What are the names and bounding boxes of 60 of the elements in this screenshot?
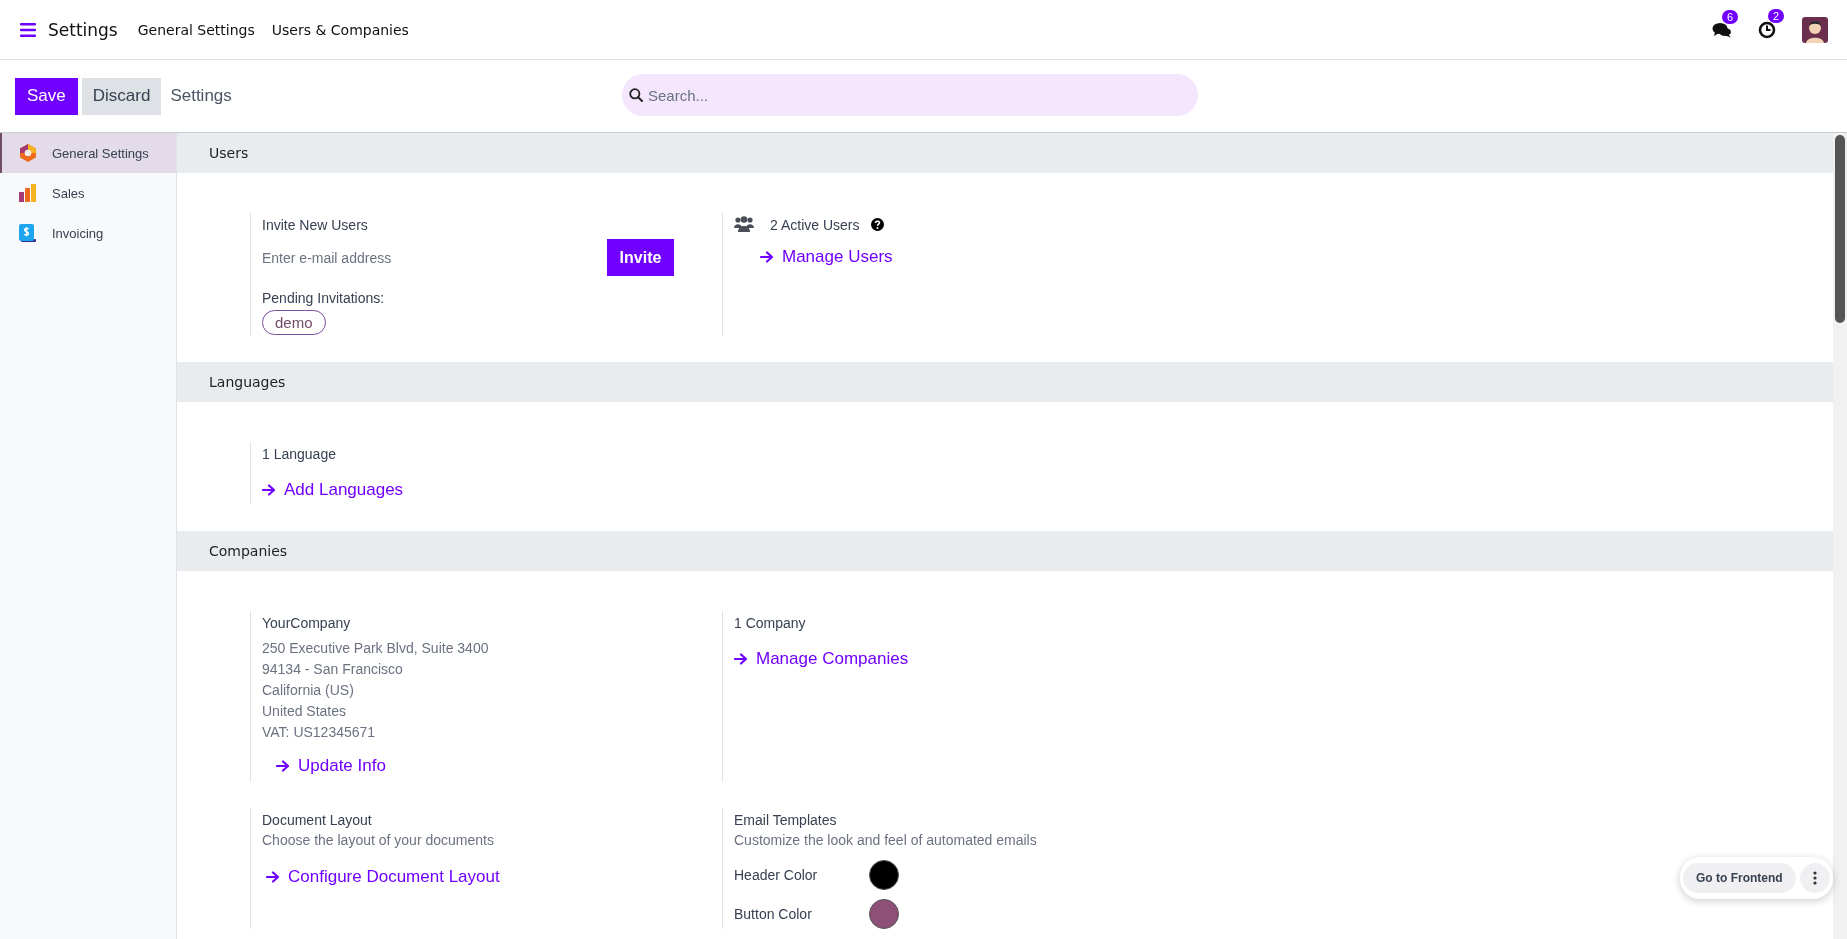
users-icon bbox=[734, 216, 754, 232]
more-button[interactable] bbox=[1799, 863, 1830, 893]
link[interactable]: Manage Users bbox=[760, 247, 893, 267]
color-swatch[interactable] bbox=[869, 899, 899, 929]
setting-title: 2 Active Users bbox=[770, 216, 860, 235]
address-line: 250 Executive Park Blvd, Suite 3400 bbox=[262, 639, 490, 658]
link[interactable]: Add Languages bbox=[262, 480, 404, 500]
help-icon[interactable] bbox=[871, 217, 885, 231]
setting-description: Choose the layout of your documents bbox=[262, 831, 495, 850]
avatar-icon[interactable] bbox=[1802, 16, 1828, 43]
discard-button[interactable]: Discard bbox=[81, 77, 162, 115]
menu-item[interactable]: Users & Companies bbox=[271, 21, 409, 38]
color-label: Button Color bbox=[734, 906, 813, 922]
color-label: Header Color bbox=[734, 867, 819, 883]
setting-description: Customize the look and feel of automated emails bbox=[734, 831, 1038, 850]
app-title[interactable]: Settings bbox=[48, 19, 118, 40]
link[interactable]: Configure Document Layout bbox=[266, 867, 500, 887]
menu-icon[interactable] bbox=[20, 22, 36, 37]
invite-button[interactable]: Invite bbox=[607, 239, 674, 276]
hexagon-icon bbox=[18, 143, 38, 163]
scrollbar[interactable] bbox=[1833, 133, 1847, 939]
address-line: VAT: US12345671 bbox=[262, 723, 377, 742]
link[interactable]: Manage Companies bbox=[734, 649, 909, 669]
clock-icon[interactable] bbox=[1758, 20, 1776, 39]
address-line: 94134 - San Francisco bbox=[262, 660, 404, 679]
arrow-icon bbox=[262, 484, 276, 496]
arrow-icon bbox=[760, 251, 774, 263]
color-swatch[interactable] bbox=[869, 860, 899, 890]
section-header: Users bbox=[177, 133, 1833, 173]
arrow-icon bbox=[266, 871, 280, 883]
go-to-frontend-button[interactable]: Go to Frontend bbox=[1683, 863, 1796, 893]
breadcrumb: Settings bbox=[170, 86, 232, 106]
address-line: California (US) bbox=[262, 681, 355, 700]
setting-title: Email Templates bbox=[734, 811, 838, 830]
activity-count-badge: 2 bbox=[1768, 8, 1785, 23]
arrow-icon bbox=[276, 760, 290, 772]
message-count-badge: 6 bbox=[1722, 9, 1739, 24]
search-icon bbox=[629, 88, 643, 102]
setting-title: Document Layout bbox=[262, 811, 373, 830]
setting-title: 1 Company bbox=[734, 614, 807, 633]
setting-title: Invite New Users bbox=[262, 216, 369, 235]
section-header: Companies bbox=[177, 531, 1833, 571]
section-header: Languages bbox=[177, 362, 1833, 402]
sidebar-item[interactable]: General Settings bbox=[0, 133, 176, 173]
dollar-document-icon bbox=[18, 223, 38, 243]
link[interactable]: Update Info bbox=[276, 756, 386, 776]
sidebar-item[interactable]: Sales bbox=[0, 173, 176, 213]
arrow-icon bbox=[734, 653, 748, 665]
company-name: YourCompany bbox=[262, 614, 352, 633]
search-field[interactable]: Search... bbox=[622, 74, 1198, 116]
scrollbar-thumb[interactable] bbox=[1835, 135, 1845, 323]
pending-label: Pending Invitations: bbox=[262, 289, 386, 308]
setting-title: 1 Language bbox=[262, 445, 337, 464]
bar-chart-icon bbox=[18, 183, 38, 203]
menu-item[interactable]: General Settings bbox=[137, 21, 255, 38]
address-line: United States bbox=[262, 702, 348, 721]
kebab-icon bbox=[1812, 871, 1817, 885]
save-button[interactable]: Save bbox=[15, 77, 78, 115]
sidebar-item[interactable]: Invoicing bbox=[0, 213, 176, 253]
chat-icon[interactable] bbox=[1712, 21, 1732, 38]
